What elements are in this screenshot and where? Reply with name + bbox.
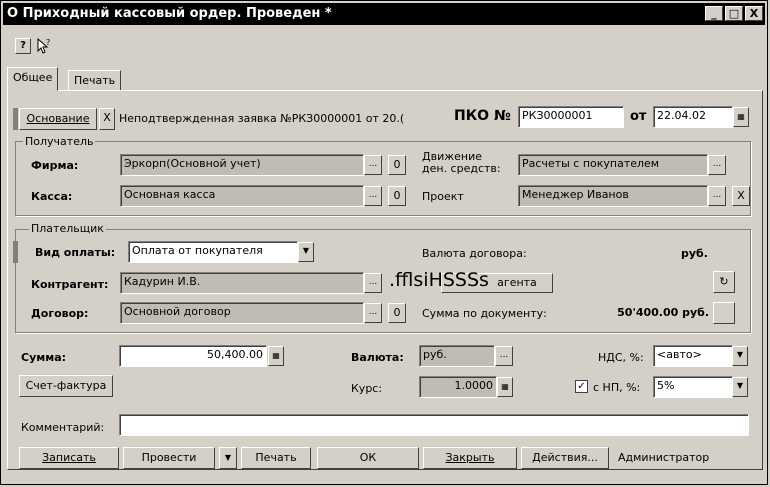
firm-select-button[interactable]: ... — [364, 155, 382, 175]
payment-type-select[interactable]: Оплата от покупателя — [128, 241, 298, 263]
movement-field[interactable]: Расчеты с покупателем — [518, 154, 708, 176]
basis-clear-button[interactable]: X — [99, 108, 115, 130]
project-label: Проект — [422, 190, 464, 203]
whats-this-pointer-icon[interactable]: ? — [35, 37, 53, 55]
basis-button[interactable]: Основание — [19, 108, 97, 130]
row-marker — [13, 241, 18, 263]
currency-select-button[interactable]: ... — [495, 346, 513, 366]
payer-group-label: Плательщик — [29, 222, 106, 235]
svg-text:?: ? — [46, 38, 50, 47]
contract-label: Договор: — [31, 307, 89, 320]
vat-label: НДС, %: — [598, 351, 644, 364]
window-title: О Приходный кассовый ордер. Проведен * — [7, 6, 332, 21]
chevron-down-icon[interactable]: ▼ — [298, 242, 314, 262]
project-select-button[interactable]: ... — [708, 186, 726, 206]
tab-general[interactable]: Общее — [7, 67, 59, 91]
refresh-icon[interactable]: ↻ — [713, 271, 735, 293]
comment-label: Комментарий: — [21, 421, 105, 434]
movement-select-button[interactable]: ... — [708, 155, 726, 175]
window-controls: _ □ X — [705, 6, 763, 21]
help-icon[interactable]: ? — [15, 38, 31, 54]
ok-button[interactable]: ОК — [317, 447, 419, 469]
contract-currency-value: руб. — [681, 247, 708, 260]
counterparty-label: Контрагент: — [31, 278, 109, 291]
rate-label: Курс: — [351, 382, 383, 395]
date-label: от — [630, 109, 647, 124]
close-button[interactable]: Закрыть — [423, 447, 517, 469]
minimize-button[interactable]: _ — [705, 6, 723, 21]
overlay-artifact-text: .fflsiHSSSs — [389, 269, 489, 291]
actions-button[interactable]: Действия... — [521, 447, 609, 469]
currency-label: Валюта: — [351, 351, 404, 364]
basis-text: Неподтвержденная заявка №РКЗ0000001 от 2… — [119, 112, 405, 125]
save-button[interactable]: Записать — [19, 447, 119, 469]
counterparty-select-button[interactable]: ... — [364, 273, 382, 293]
firm-open-button[interactable]: 0 — [388, 155, 406, 175]
doc-sum-button[interactable] — [713, 302, 735, 324]
contract-select-button[interactable]: ... — [364, 303, 382, 323]
row-marker — [13, 108, 18, 130]
cash-field[interactable]: Основная касса — [120, 185, 364, 207]
post-options-arrow[interactable]: ▼ — [219, 447, 237, 469]
doc-sum-label: Сумма по документу: — [422, 307, 547, 320]
rate-field[interactable]: 1.0000 — [419, 376, 497, 398]
maximize-button[interactable]: □ — [725, 6, 743, 21]
np-label: с НП, %: — [593, 381, 641, 394]
cash-select-button[interactable]: ... — [364, 186, 382, 206]
post-button[interactable]: Провести — [123, 447, 215, 469]
pko-label: ПКО № — [454, 108, 511, 124]
cash-open-button[interactable]: 0 — [388, 186, 406, 206]
document-window: О Приходный кассовый ордер. Проведен * _… — [0, 0, 768, 485]
chevron-down-icon[interactable]: ▼ — [732, 346, 748, 366]
calculator-icon[interactable]: ▦ — [497, 377, 513, 397]
movement-label: Движение ден. средств: — [422, 150, 501, 175]
date-field[interactable]: 22.04.02 — [653, 106, 733, 128]
sum-field[interactable]: 50,400.00 — [119, 345, 267, 367]
doc-sum-value: 50'400.00 руб. — [617, 306, 709, 319]
contract-field[interactable]: Основной договор — [120, 302, 364, 324]
chevron-down-icon[interactable]: ▼ — [732, 377, 748, 397]
currency-field[interactable]: руб. — [419, 345, 495, 367]
recipient-group-label: Получатель — [23, 135, 96, 148]
contract-open-button[interactable]: 0 — [388, 303, 406, 323]
tab-print[interactable]: Печать — [68, 70, 122, 90]
print-button[interactable]: Печать — [241, 447, 311, 469]
pko-number-field[interactable]: РКЗ0000001 — [518, 106, 624, 128]
project-clear-button[interactable]: X — [732, 186, 750, 206]
cash-label: Касса: — [31, 190, 73, 203]
np-select[interactable]: 5% — [653, 376, 733, 398]
firm-field[interactable]: Эркорп(Основной учет) — [120, 154, 364, 176]
firm-label: Фирма: — [31, 159, 79, 172]
payment-type-label: Вид оплаты: — [35, 246, 116, 259]
contract-currency-label: Валюта договора: — [422, 247, 527, 260]
current-user: Администратор — [618, 451, 710, 464]
sum-label: Сумма: — [21, 351, 67, 364]
comment-field[interactable] — [119, 414, 749, 436]
np-checkbox[interactable]: ✓ — [575, 380, 588, 393]
calculator-icon[interactable]: ▦ — [268, 346, 284, 366]
vat-select[interactable]: <авто> — [653, 345, 733, 367]
title-bar[interactable]: О Приходный кассовый ордер. Проведен * _… — [3, 3, 765, 25]
close-window-button[interactable]: X — [745, 6, 763, 21]
calendar-icon[interactable]: ▦ — [733, 107, 749, 127]
project-field[interactable]: Менеджер Иванов — [518, 185, 708, 207]
counterparty-field[interactable]: Кадурин И.В. — [120, 272, 364, 294]
invoice-button[interactable]: Счет-фактура — [19, 375, 113, 397]
